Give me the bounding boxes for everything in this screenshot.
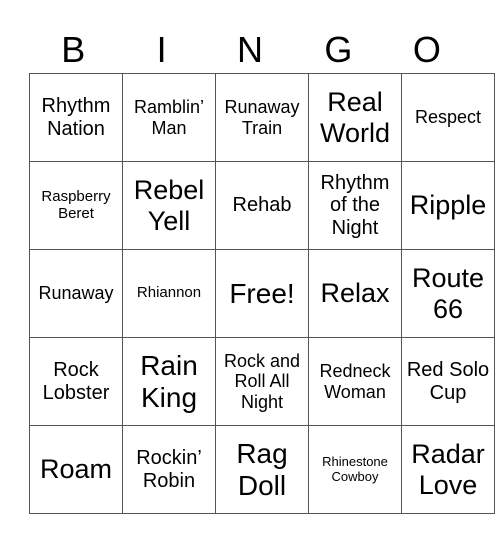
bingo-row: Raspberry Beret Rebel Yell Rehab Rhythm …	[29, 161, 495, 250]
bingo-cell[interactable]: Rhiannon	[122, 249, 216, 338]
bingo-cell[interactable]: Ripple	[401, 161, 495, 250]
bingo-cell[interactable]: Rockin’ Robin	[122, 425, 216, 514]
bingo-row: Rhythm Nation Ramblin’ Man Runaway Train…	[29, 73, 495, 162]
bingo-cell[interactable]: Roam	[29, 425, 123, 514]
bingo-cell[interactable]: Radar Love	[401, 425, 495, 514]
bingo-row: Roam Rockin’ Robin Rag Doll Rhinestone C…	[29, 425, 495, 514]
header-letter-o: O	[412, 29, 441, 70]
bingo-cell[interactable]: Redneck Woman	[308, 337, 402, 426]
bingo-cell[interactable]: Red Solo Cup	[401, 337, 495, 426]
bingo-cell[interactable]: Rhythm of the Night	[308, 161, 402, 250]
bingo-header: B I N G O	[29, 28, 471, 72]
bingo-cell[interactable]: Rhinestone Cowboy	[308, 425, 402, 514]
header-letter-g: G	[324, 29, 353, 70]
free-space[interactable]: Free!	[215, 249, 309, 338]
header-letter-i: I	[156, 29, 167, 70]
bingo-cell[interactable]: Rebel Yell	[122, 161, 216, 250]
header-letter-n: N	[237, 29, 264, 70]
bingo-cell[interactable]: Runaway	[29, 249, 123, 338]
bingo-row: Rock Lobster Rain King Rock and Roll All…	[29, 337, 495, 426]
bingo-cell[interactable]: Rehab	[215, 161, 309, 250]
bingo-cell[interactable]: Rhythm Nation	[29, 73, 123, 162]
bingo-cell[interactable]: Runaway Train	[215, 73, 309, 162]
bingo-cell[interactable]: Rock Lobster	[29, 337, 123, 426]
header-letter-b: B	[61, 29, 86, 70]
bingo-cell[interactable]: Raspberry Beret	[29, 161, 123, 250]
bingo-cell[interactable]: Rag Doll	[215, 425, 309, 514]
bingo-cell[interactable]: Real World	[308, 73, 402, 162]
bingo-cell[interactable]: Rock and Roll All Night	[215, 337, 309, 426]
bingo-cell[interactable]: Route 66	[401, 249, 495, 338]
bingo-cell[interactable]: Ramblin’ Man	[122, 73, 216, 162]
bingo-cell[interactable]: Respect	[401, 73, 495, 162]
bingo-card: Rhythm Nation Ramblin’ Man Runaway Train…	[29, 73, 495, 514]
bingo-row: Runaway Rhiannon Free! Relax Route 66	[29, 249, 495, 338]
bingo-cell[interactable]: Relax	[308, 249, 402, 338]
bingo-cell[interactable]: Rain King	[122, 337, 216, 426]
